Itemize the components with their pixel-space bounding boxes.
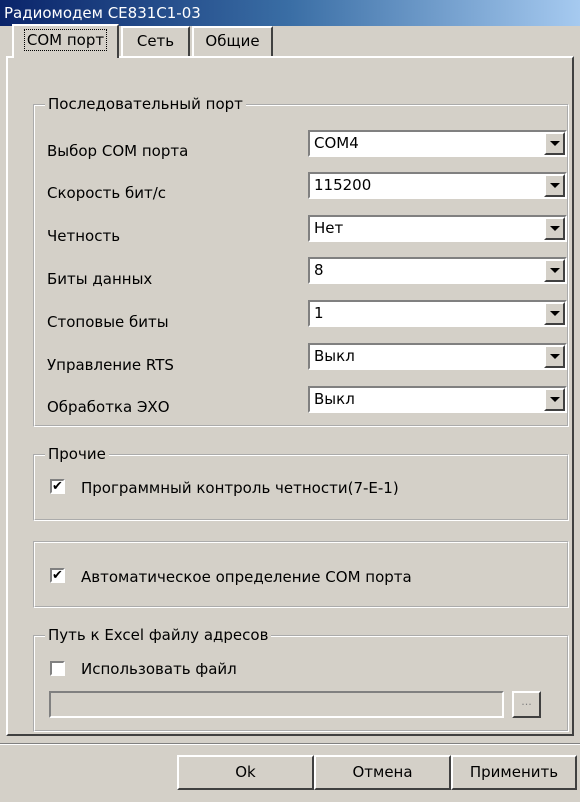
ok-button[interactable]: Ok (177, 755, 314, 790)
tab-network[interactable]: Сеть (121, 26, 190, 56)
com-port-value: COM4 (314, 134, 359, 152)
footer-divider (0, 743, 580, 745)
chevron-down-icon (550, 354, 560, 359)
chevron-down-icon (550, 268, 560, 273)
baud-rate-value: 115200 (314, 176, 372, 194)
title-bar[interactable]: Радиомодем CE831C1-03 (0, 0, 580, 26)
stop-bits-value: 1 (314, 304, 324, 322)
parity-value: Нет (314, 219, 344, 237)
chevron-down-icon (550, 397, 560, 402)
apply-button[interactable]: Применить (451, 755, 577, 790)
rts-control-select[interactable]: Выкл (308, 343, 567, 370)
echo-handling-dropdown-button[interactable] (544, 388, 565, 411)
echo-handling-label: Обработка ЭХО (47, 398, 170, 416)
stop-bits-label: Стоповые биты (47, 313, 169, 331)
rts-control-label: Управление RTS (47, 356, 174, 374)
serial-port-legend: Последовательный порт (45, 95, 246, 113)
parity-select[interactable]: Нет (308, 215, 567, 242)
tab-network-label: Сеть (136, 32, 175, 50)
chevron-down-icon (550, 141, 560, 146)
tab-com-port[interactable]: COM порт (12, 24, 119, 58)
other-legend: Прочие (45, 445, 109, 463)
stop-bits-select[interactable]: 1 (308, 300, 567, 327)
baud-rate-select[interactable]: 115200 (308, 172, 567, 199)
window-title: Радиомодем CE831C1-03 (4, 4, 201, 22)
com-port-label: Выбор COM порта (47, 142, 189, 160)
echo-handling-select[interactable]: Выкл (308, 386, 567, 413)
tab-general[interactable]: Общие (192, 26, 273, 56)
use-file-label: Использовать файл (81, 660, 237, 678)
chevron-down-icon (550, 311, 560, 316)
use-file-checkbox[interactable] (50, 661, 65, 676)
data-bits-label: Биты данных (47, 270, 153, 288)
cancel-button[interactable]: Отмена (314, 755, 451, 790)
dialog-window: Радиомодем CE831C1-03 COM порт Сеть Общи… (0, 0, 580, 802)
stop-bits-dropdown-button[interactable] (544, 302, 565, 325)
com-port-select[interactable]: COM4 (308, 130, 567, 157)
parity-check-label: Программный контроль четности(7-E-1) (81, 479, 399, 497)
data-bits-value: 8 (314, 261, 324, 279)
browse-button: ... (512, 691, 541, 718)
com-port-dropdown-button[interactable] (544, 132, 565, 155)
chevron-down-icon (550, 183, 560, 188)
parity-label: Четность (47, 227, 121, 245)
auto-detect-label: Автоматическое определение COM порта (81, 568, 412, 586)
parity-dropdown-button[interactable] (544, 217, 565, 240)
parity-check-checkbox[interactable]: ✔ (50, 479, 65, 494)
data-bits-select[interactable]: 8 (308, 257, 567, 284)
rts-control-value: Выкл (314, 347, 355, 365)
auto-detect-checkbox[interactable]: ✔ (50, 568, 65, 583)
rts-control-dropdown-button[interactable] (544, 345, 565, 368)
excel-path-field (49, 691, 504, 718)
data-bits-dropdown-button[interactable] (544, 259, 565, 282)
tab-com-port-label: COM порт (23, 29, 108, 51)
excel-path-legend: Путь к Excel файлу адресов (45, 626, 272, 644)
baud-rate-label: Скорость бит/с (47, 184, 167, 202)
chevron-down-icon (550, 226, 560, 231)
echo-handling-value: Выкл (314, 390, 355, 408)
tab-general-label: Общие (205, 32, 260, 50)
baud-rate-dropdown-button[interactable] (544, 174, 565, 197)
